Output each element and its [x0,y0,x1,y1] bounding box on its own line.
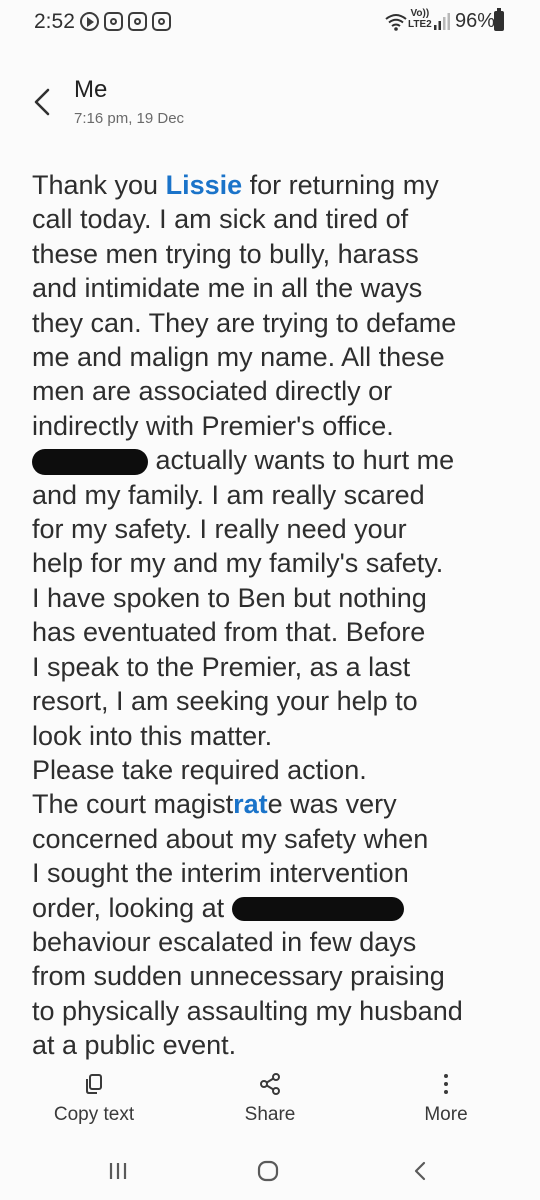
instagram-icon [128,12,147,31]
status-bar: 2:52 Vo)) LTE2 96% [0,0,540,48]
more-vertical-icon [444,1074,448,1094]
message-line: to physically assaulting my husband [32,995,463,1026]
message-line: and intimidate me in all the ways [32,273,423,304]
copy-icon [86,1074,102,1094]
more-label: More [424,1104,468,1125]
message-text: order, looking at [32,892,232,923]
message-line: from sudden unnecessary praising [32,961,445,992]
message-line: and my family. I am really scared [32,479,425,510]
message-line: Please take required action. [32,754,367,785]
message-line: for my safety. I really need your [32,514,407,545]
message-datetime: 7:16 pm, 19 Dec [74,110,185,127]
message-line: order, looking at [32,891,522,925]
back-nav-icon[interactable] [400,1156,440,1186]
message-line: Thank you Lissie for returning my [32,168,522,202]
copy-text-label: Copy text [53,1104,135,1125]
volte-label: Vo)) [410,8,430,19]
message-text: actually wants to hurt me [148,445,455,476]
message-line: I sought the interim intervention [32,858,409,889]
lte-label: LTE2 [408,19,432,30]
message-line: resort, I am seeking your help to [32,686,418,717]
message-line: behaviour escalated in few days [32,926,417,957]
signal-icon [434,13,450,30]
message-line: these men trying to bully, harass [32,238,419,269]
share-icon [260,1073,280,1095]
status-time: 2:52 [34,10,75,33]
message-line: look into this matter. [32,720,273,751]
recent-apps-icon[interactable] [98,1156,138,1186]
message-line: I speak to the Premier, as a last [32,651,411,682]
message-line: call today. I am sick and tired of [32,204,409,235]
contact-link[interactable]: Lissie [166,170,243,200]
navigation-bar [0,1142,540,1200]
message-text: Thank you [32,170,166,200]
message-line: help for my and my family's safety. [32,548,444,579]
message-body: Thank you Lissie for returning my call t… [32,168,522,1060]
back-icon[interactable] [24,80,64,124]
home-icon[interactable] [248,1156,288,1186]
message-line: indirectly with Premier's office. [32,410,394,441]
message-line: at a public event. [32,1030,237,1060]
more-button[interactable]: More [376,1072,516,1126]
share-button[interactable]: Share [200,1072,340,1126]
message-text: e was very [267,789,397,820]
message-text: The court magist [32,789,234,820]
share-label: Share [244,1104,296,1125]
message-line: me and malign my name. All these [32,342,445,373]
wifi-icon [385,14,407,31]
message-line: actually wants to hurt me [32,443,522,477]
redaction-mark [32,449,148,476]
contact-name: Me [74,76,108,103]
network-indicator: Vo)) LTE2 [408,8,432,30]
play-circle-icon [80,12,99,31]
message-line: concerned about my safety when [32,823,429,854]
message-line: has eventuated from that. Before [32,617,426,648]
highlighted-word: rat [233,789,268,820]
message-line: they can. They are trying to defame [32,307,457,338]
battery-percent: 96% [455,10,496,32]
message-text: for returning my [242,170,439,200]
battery-icon [494,8,504,31]
message-line: men are associated directly or [32,376,393,407]
message-line: The court magistrate was very [32,787,522,821]
copy-text-button[interactable]: Copy text [24,1072,164,1126]
instagram-icon [152,12,171,31]
instagram-icon [104,12,123,31]
message-line: I have spoken to Ben but nothing [32,582,427,613]
action-bar: Copy text Share More [0,1062,540,1142]
redaction-mark [231,897,404,922]
message-header: Me 7:16 pm, 19 Dec [0,60,540,150]
